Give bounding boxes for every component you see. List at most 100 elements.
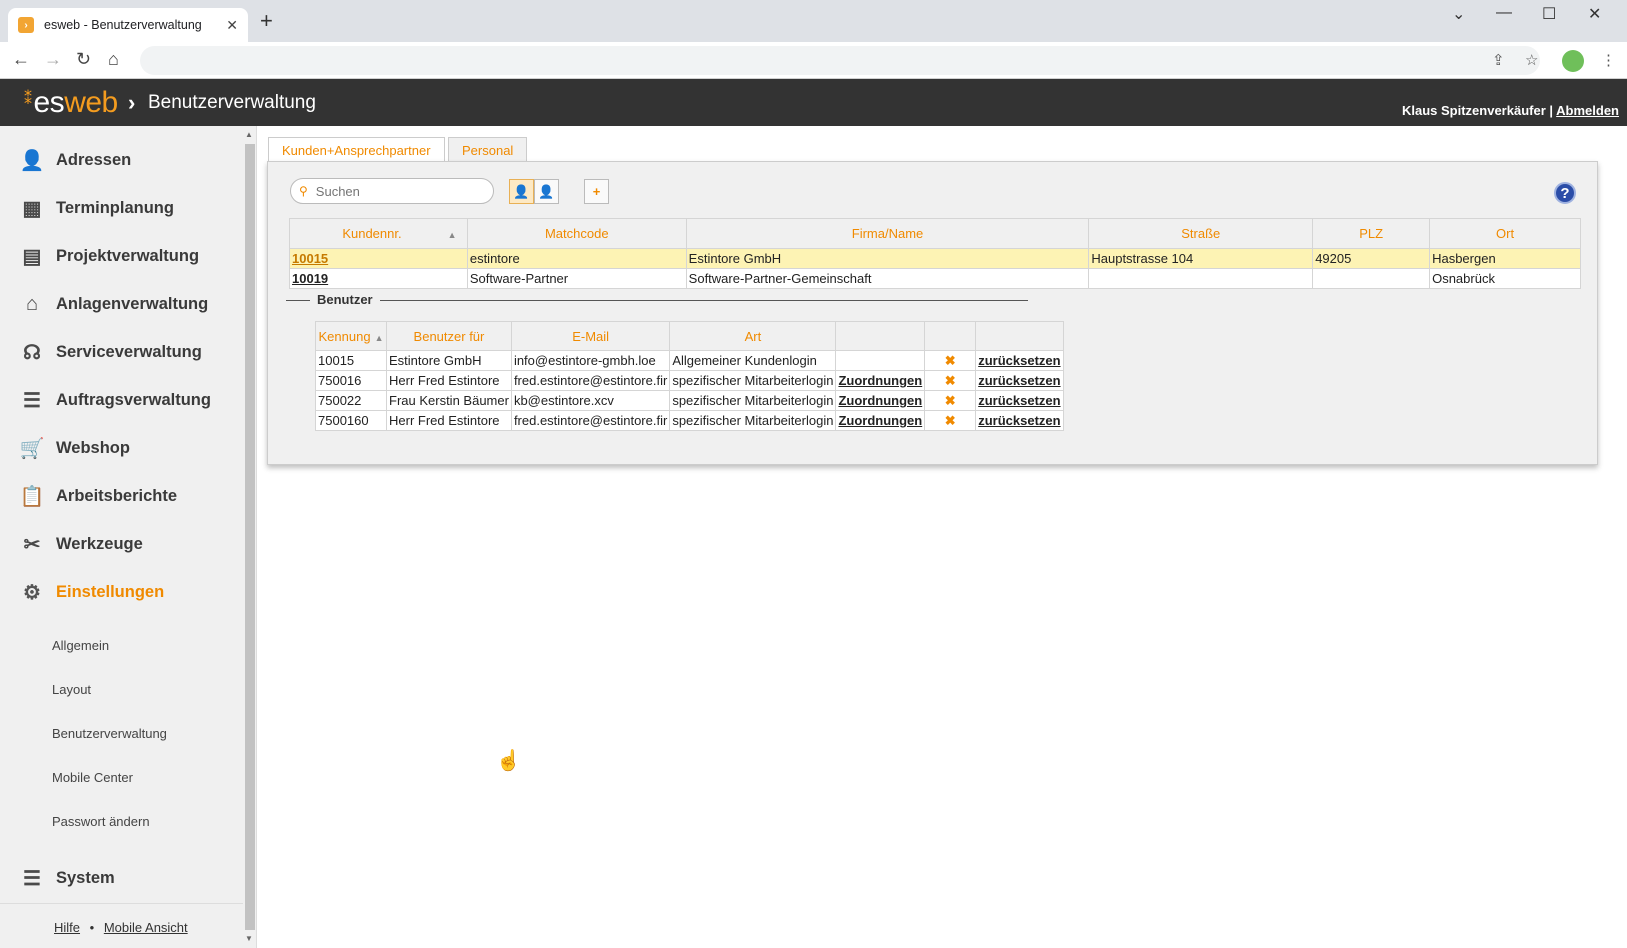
gears-icon: ⚙ <box>23 581 41 604</box>
sidebar-item-arbeitsberichte[interactable]: 📋 Arbeitsberichte <box>20 481 178 511</box>
sidebar-item-serviceverwaltung[interactable]: ☊ Serviceverwaltung <box>20 337 202 367</box>
delete-icon[interactable]: ✖ <box>924 410 977 431</box>
sidebar-subitem-mobile-center[interactable]: Mobile Center <box>52 770 133 785</box>
table-row[interactable]: 750016 Herr Fred Estintore fred.estintor… <box>315 370 1064 391</box>
page-title: Benutzerverwaltung <box>148 92 316 113</box>
database-icon: ☰ <box>23 867 41 890</box>
table-row[interactable]: 10015 estintore Estintore GmbH Hauptstra… <box>289 248 1581 269</box>
logout-link[interactable]: Abmelden <box>1556 103 1619 118</box>
esweb-logo[interactable]: ⁑esweb <box>24 86 118 120</box>
app-header: ⁑esweb › Benutzerverwaltung Klaus Spitze… <box>0 79 1627 126</box>
column-header-strasse[interactable]: Straße <box>1088 218 1314 249</box>
help-icon[interactable]: ? <box>1554 182 1576 204</box>
table-row[interactable]: 750022 Frau Kerstin Bäumer kb@estintore.… <box>315 390 1064 411</box>
benutzer-fieldset-legend: Benutzer <box>286 291 1046 309</box>
sidebar-scrollbar-thumb[interactable] <box>245 144 255 930</box>
browser-address-bar: ← → ↻ ⌂ ⇪ ☆ ⋮ <box>0 42 1627 79</box>
profile-avatar[interactable] <box>1562 50 1584 72</box>
cart-icon: 🛒 <box>19 437 45 460</box>
sidebar-item-adressen[interactable]: 👤 Adressen <box>20 145 132 175</box>
browser-tab[interactable]: › esweb - Benutzerverwaltung ✕ <box>8 8 248 42</box>
calendar-icon: ▦ <box>22 197 42 220</box>
mobile-view-link[interactable]: Mobile Ansicht <box>104 920 188 935</box>
browser-tab-title: esweb - Benutzerverwaltung <box>44 18 202 32</box>
sidebar-item-webshop[interactable]: 🛒 Webshop <box>20 433 130 463</box>
maximize-button[interactable]: ☐ <box>1542 4 1556 28</box>
scroll-down-icon[interactable]: ▼ <box>245 934 253 943</box>
bookmark-star-icon[interactable]: ☆ <box>1525 51 1538 69</box>
column-header-ort[interactable]: Ort <box>1429 218 1581 249</box>
breadcrumb-separator: › <box>128 90 136 115</box>
column-header-art[interactable]: Art <box>669 321 837 351</box>
zuordnungen-link[interactable]: Zuordnungen <box>838 373 922 388</box>
reset-link[interactable]: zurücksetzen <box>978 393 1060 408</box>
sidebar-item-werkzeuge[interactable]: ✂ Werkzeuge <box>20 529 143 559</box>
close-window-button[interactable]: ✕ <box>1588 4 1601 28</box>
tab-personal[interactable]: Personal <box>448 137 528 162</box>
kunden-table: Kundennr. ▲ Matchcode Firma/Name Straße P… <box>289 218 1581 289</box>
gantt-icon: ▤ <box>22 245 42 268</box>
column-header-firma[interactable]: Firma/Name <box>685 218 1090 249</box>
sidebar-item-anlagenverwaltung[interactable]: ⌂ Anlagenverwaltung <box>20 289 208 319</box>
user-name: Klaus Spitzenverkäufer <box>1401 103 1546 118</box>
forward-button[interactable]: → <box>44 49 62 70</box>
sidebar-item-terminplanung[interactable]: ▦ Terminplanung <box>20 193 174 223</box>
sidebar-subitem-benutzerverwaltung[interactable]: Benutzerverwaltung <box>52 726 167 741</box>
table-row[interactable]: 10019 Software-Partner Software-Partner-… <box>289 268 1581 289</box>
browser-menu-icon[interactable]: ⋮ <box>1601 51 1616 69</box>
column-header-reset <box>975 321 1064 351</box>
reset-link[interactable]: zurücksetzen <box>978 353 1060 368</box>
browser-tab-bar: › esweb - Benutzerverwaltung ✕ + ⌄ — ☐ ✕ <box>0 0 1627 42</box>
factory-icon: ⌂ <box>25 292 39 315</box>
sort-asc-icon: ▲ <box>447 230 457 240</box>
sort-asc-icon: ▲ <box>374 332 384 343</box>
column-header-matchcode[interactable]: Matchcode <box>466 218 687 249</box>
reload-button[interactable]: ↻ <box>76 49 91 70</box>
tools-icon: ✂ <box>23 533 41 556</box>
sidebar-subitem-layout[interactable]: Layout <box>52 682 91 697</box>
list-icon: ☰ <box>23 389 41 412</box>
delete-icon[interactable]: ✖ <box>924 390 977 411</box>
reset-link[interactable]: zurücksetzen <box>978 373 1060 388</box>
zuordnungen-link[interactable]: Zuordnungen <box>838 393 922 408</box>
sidebar-subitem-passwort-aendern[interactable]: Passwort ändern <box>52 814 150 829</box>
back-button[interactable]: ← <box>12 49 30 70</box>
help-link[interactable]: Hilfe <box>54 920 80 935</box>
reset-link[interactable]: zurücksetzen <box>978 413 1060 428</box>
column-header-plz[interactable]: PLZ <box>1312 218 1431 249</box>
kundennr-link[interactable]: 10019 <box>292 271 328 286</box>
sidebar-item-system[interactable]: ☰ System <box>20 863 115 893</box>
headset-icon: ☊ <box>23 341 41 364</box>
search-box[interactable]: ⚲ <box>290 178 494 204</box>
scroll-up-icon[interactable]: ▲ <box>245 130 253 139</box>
sidebar-item-auftragsverwaltung[interactable]: ☰ Auftragsverwaltung <box>20 385 211 415</box>
delete-icon[interactable]: ✖ <box>924 350 977 371</box>
filter-customers-button[interactable]: 👤 <box>509 179 534 204</box>
sidebar-subitem-allgemein[interactable]: Allgemein <box>52 638 109 653</box>
tab-kunden-ansprechpartner[interactable]: Kunden+Ansprechpartner <box>268 137 445 162</box>
zuordnungen-link[interactable]: Zuordnungen <box>838 413 922 428</box>
column-header-kennung[interactable]: Kennung ▲ <box>315 321 387 351</box>
sidebar-item-projektverwaltung[interactable]: ▤ Projektverwaltung <box>20 241 200 271</box>
home-button[interactable]: ⌂ <box>108 49 119 70</box>
column-header-delete <box>924 321 977 351</box>
column-header-email[interactable]: E-Mail <box>510 321 671 351</box>
column-header-kundennr[interactable]: Kundennr. ▲ <box>289 218 468 249</box>
delete-icon[interactable]: ✖ <box>924 370 977 391</box>
esweb-favicon-icon: › <box>18 17 34 33</box>
share-icon[interactable]: ⇪ <box>1492 51 1505 69</box>
sidebar-item-einstellungen[interactable]: ⚙ Einstellungen <box>20 577 164 607</box>
filter-employees-button[interactable]: 👤 <box>534 179 559 204</box>
tab-close-icon[interactable]: ✕ <box>226 17 238 34</box>
new-tab-button[interactable]: + <box>260 10 273 32</box>
kundennr-link[interactable]: 10015 <box>292 251 328 266</box>
tab-search-icon[interactable]: ⌄ <box>1452 4 1465 28</box>
table-row[interactable]: 7500160 Herr Fred Estintore fred.estinto… <box>315 410 1064 431</box>
hand-cursor-icon: ☝ <box>496 750 521 772</box>
add-button[interactable]: + <box>584 179 609 204</box>
search-input[interactable] <box>315 183 476 199</box>
minimize-button[interactable]: — <box>1496 4 1512 28</box>
url-input[interactable] <box>140 46 1540 75</box>
column-header-benutzer-fuer[interactable]: Benutzer für <box>386 321 512 351</box>
table-row[interactable]: 10015 Estintore GmbH info@estintore-gmbh… <box>315 350 1064 371</box>
